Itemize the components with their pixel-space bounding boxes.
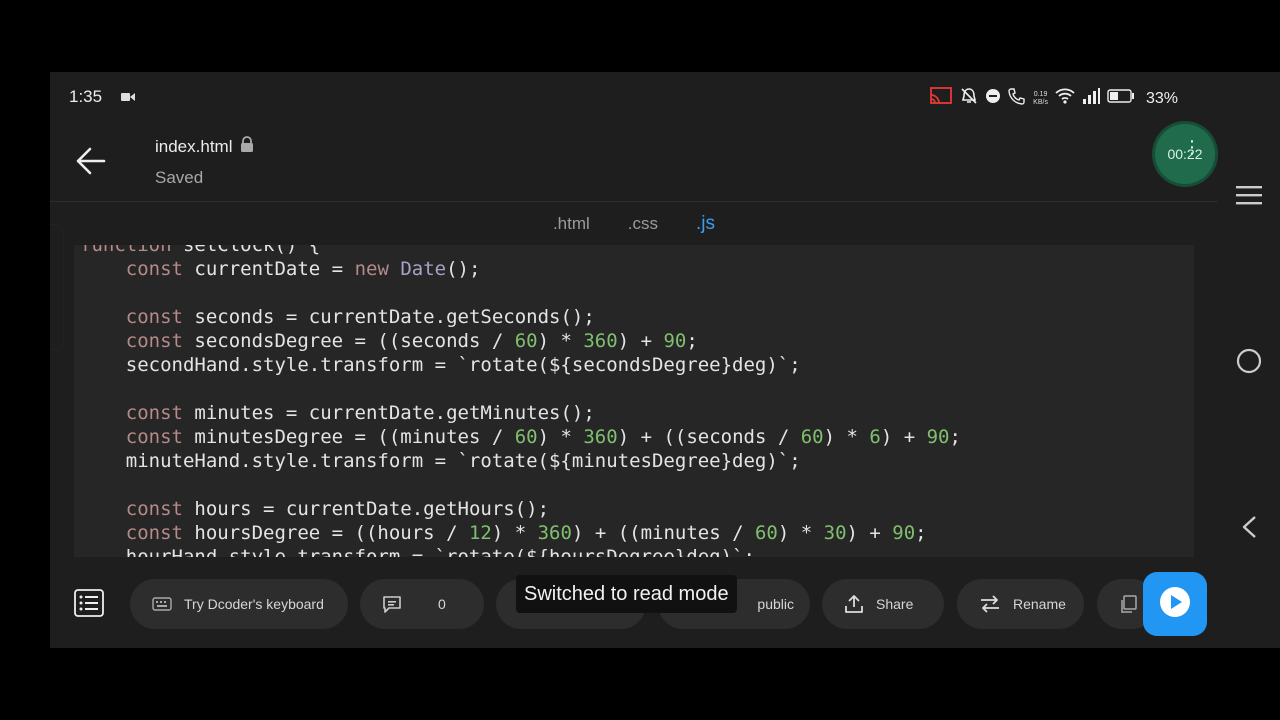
system-nav-bar <box>1218 120 1280 648</box>
copy-file-icon <box>1119 595 1137 613</box>
comments-button[interactable]: 0 <box>360 579 484 629</box>
tab-html[interactable]: .html <box>553 214 590 234</box>
volte-call-icon <box>1008 87 1026 110</box>
save-status: Saved <box>155 168 204 187</box>
file-name: index.html <box>155 136 233 156</box>
code-line: hourHand.style.transform = `rotate(${hou… <box>80 546 755 557</box>
file-title: index.html <box>155 136 254 157</box>
swap-arrows-icon <box>979 595 1001 613</box>
cast-icon <box>929 86 953 111</box>
tab-js[interactable]: .js <box>696 213 715 235</box>
rename-label: Rename <box>1013 596 1066 612</box>
back-arrow-icon[interactable] <box>74 146 108 176</box>
comment-icon <box>382 595 402 613</box>
app-screen: 1:35 0.19 KB/s 33% index.html Saved 00:2… <box>50 72 1280 648</box>
keyboard-label: Try Dcoder's keyboard <box>184 596 324 612</box>
net-speed: 0.19 KB/s <box>1033 91 1048 107</box>
tab-css[interactable]: .css <box>628 214 658 234</box>
code-editor[interactable]: function setClock() { const currentDate … <box>74 245 1194 557</box>
net-speed-value: 0.19 <box>1033 90 1048 98</box>
status-time: 1:35 <box>69 87 103 106</box>
code-line: const secondsDegree = ((seconds / 60) * … <box>125 330 698 352</box>
home-circle-icon[interactable] <box>1236 348 1262 379</box>
file-list-icon[interactable] <box>74 589 104 617</box>
net-speed-unit: KB/s <box>1033 98 1048 106</box>
code-line: const seconds = currentDate.getSeconds()… <box>125 306 595 328</box>
wifi-icon <box>1055 88 1075 109</box>
rename-button[interactable]: Rename <box>957 579 1084 629</box>
keyboard-icon <box>152 597 172 611</box>
battery-percent: 33% <box>1145 89 1178 107</box>
run-button[interactable] <box>1143 572 1207 636</box>
code-line: const hoursDegree = ((hours / 12) * 360)… <box>125 522 927 544</box>
nav-back-icon[interactable] <box>1240 515 1258 544</box>
mute-bell-icon <box>960 87 978 110</box>
signal-icon <box>1082 88 1100 109</box>
bottom-toolbar: Try Dcoder's keyboard 0 public Share Ren… <box>50 557 1218 648</box>
status-bar: 1:35 0.19 KB/s 33% <box>50 72 1280 120</box>
keyboard-button[interactable]: Try Dcoder's keyboard <box>130 579 348 629</box>
code-line: const hours = currentDate.getHours(); <box>125 498 550 520</box>
code-line: const currentDate = new Date(); <box>125 258 481 280</box>
app-header: index.html Saved 00:22 ⋮ <box>50 120 1218 202</box>
video-camera-icon <box>121 90 135 108</box>
recents-menu-icon[interactable] <box>1236 184 1262 211</box>
status-icons: 0.19 KB/s 33% <box>929 86 1178 111</box>
more-vertical-icon[interactable]: ⋮ <box>1183 137 1201 158</box>
share-label: Share <box>876 596 914 612</box>
code-line: secondHand.style.transform = `rotate(${s… <box>80 354 801 376</box>
comments-count: 0 <box>438 596 446 612</box>
language-tabs: .html .css .js <box>50 203 1218 245</box>
visibility-label: public <box>757 596 794 612</box>
code-line: const minutesDegree = ((minutes / 60) * … <box>125 426 961 448</box>
lock-icon <box>240 136 254 157</box>
battery-icon <box>1107 89 1135 108</box>
read-mode-toast: Switched to read mode <box>516 575 737 613</box>
share-button[interactable]: Share <box>822 579 944 629</box>
code-line: const minutes = currentDate.getMinutes()… <box>125 402 595 424</box>
code-line: minuteHand.style.transform = `rotate(${m… <box>80 450 801 472</box>
share-icon <box>844 594 864 614</box>
toast-text: Switched to read mode <box>524 582 729 605</box>
play-icon <box>1158 585 1192 624</box>
do-not-disturb-icon <box>985 88 1001 109</box>
code-line: function setClock() { <box>80 245 321 256</box>
